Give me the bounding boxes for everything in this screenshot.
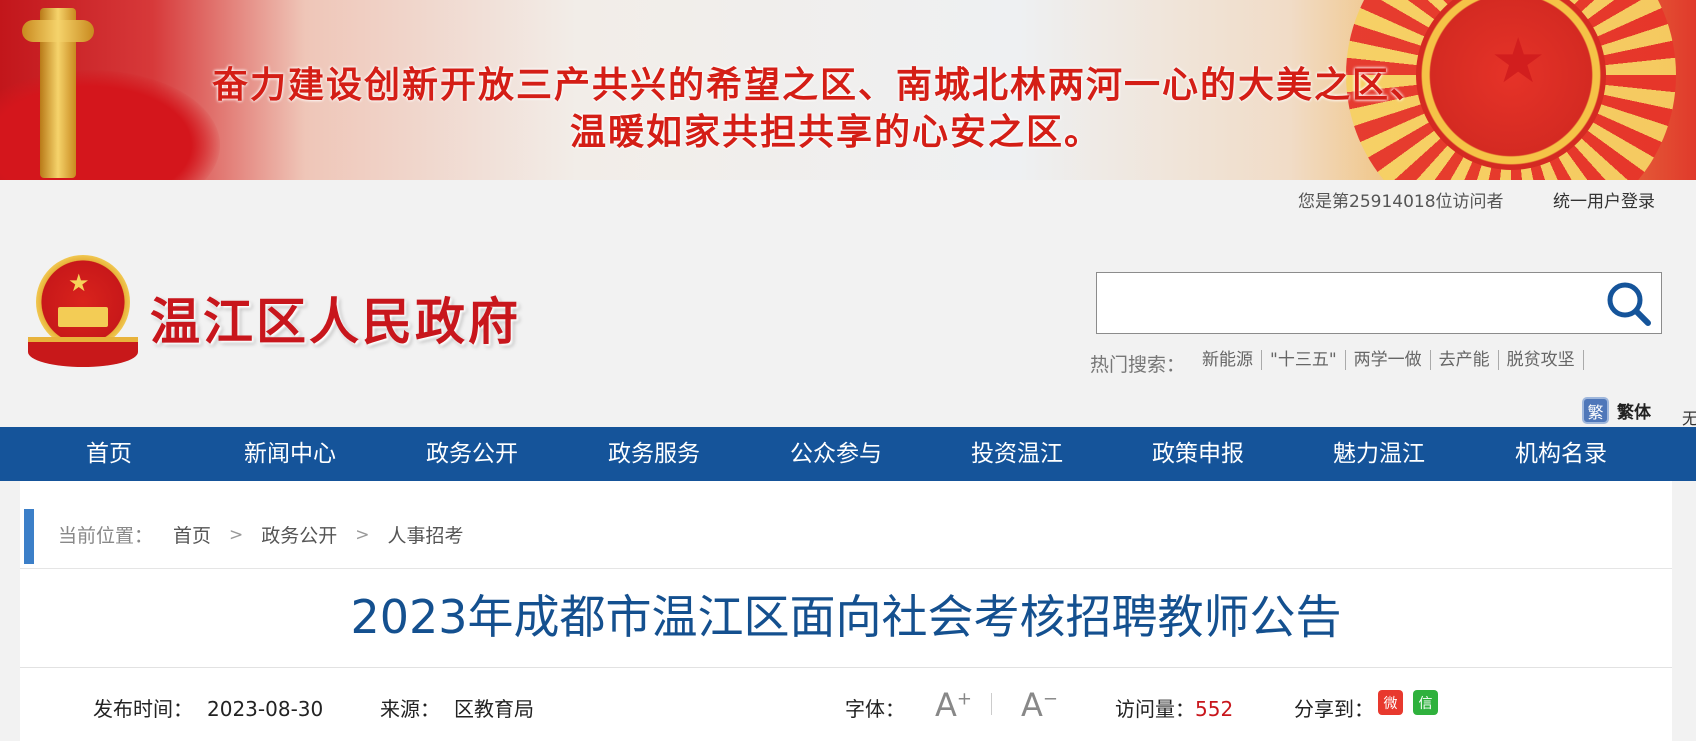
top-banner: ★ 奋力建设创新开放三产共兴的希望之区、南城北林两河一心的大美之区、 温暖如家共… bbox=[0, 0, 1696, 180]
search-input[interactable] bbox=[1097, 273, 1577, 333]
hot-search-item[interactable]: 脱贫攻坚 bbox=[1499, 350, 1584, 370]
nav-item-charm[interactable]: 魅力温江 bbox=[1299, 427, 1459, 481]
breadcrumb-home[interactable]: 首页 bbox=[173, 521, 211, 548]
traditional-icon: 繁 bbox=[1582, 397, 1609, 424]
hot-search-item[interactable]: "十三五" bbox=[1262, 350, 1346, 370]
search-icon bbox=[1607, 282, 1651, 326]
traditional-label: 繁体 bbox=[1617, 403, 1651, 423]
font-decrease-icon: A bbox=[1021, 686, 1043, 724]
font-size-label: 字体： bbox=[845, 697, 905, 721]
hot-search-list: 新能源 "十三五" 两学一做 去产能 脱贫攻坚 bbox=[1202, 350, 1584, 370]
nav-item-news[interactable]: 新闻中心 bbox=[210, 427, 370, 481]
huabiao-pillar-top bbox=[22, 20, 94, 42]
accessibility-link-partial[interactable]: 无 bbox=[1682, 405, 1696, 429]
plus-mark: + bbox=[956, 688, 972, 710]
breadcrumb-recruitment[interactable]: 人事招考 bbox=[388, 521, 464, 548]
breadcrumb: 当前位置： 首页 > 政务公开 > 人事招考 bbox=[58, 521, 464, 548]
banner-slogan-line2: 温暖如家共担共享的心安之区。 bbox=[570, 112, 1103, 153]
main-nav: 首页 新闻中心 政务公开 政务服务 公众参与 投资温江 政策申报 魅力温江 机构… bbox=[0, 427, 1696, 481]
visits-label: 访问量： bbox=[1115, 697, 1195, 721]
source-label: 来源： bbox=[380, 697, 440, 721]
unified-login-link[interactable]: 统一用户登录 bbox=[1553, 187, 1655, 212]
visits-count: 552 bbox=[1195, 697, 1234, 721]
nav-item-public-participation[interactable]: 公众参与 bbox=[756, 427, 916, 481]
hot-search-item[interactable]: 新能源 bbox=[1202, 350, 1262, 370]
search-box bbox=[1096, 272, 1662, 334]
national-emblem-logo[interactable]: ★ bbox=[28, 255, 138, 371]
red-flag-decoration bbox=[0, 70, 220, 180]
article-title: 2023年成都市温江区面向社会考核招聘教师公告 bbox=[350, 590, 1342, 644]
breadcrumb-gov-affairs[interactable]: 政务公开 bbox=[261, 521, 337, 548]
visits: 访问量：552 bbox=[1115, 693, 1233, 722]
publish-time: 发布时间： 2023-08-30 bbox=[93, 693, 323, 722]
font-increase-button[interactable]: A+ bbox=[935, 686, 972, 724]
hot-search-item[interactable]: 去产能 bbox=[1431, 350, 1499, 370]
wechat-share-icon[interactable]: 信 bbox=[1413, 690, 1438, 715]
emblem-gate bbox=[58, 307, 108, 327]
nav-item-invest[interactable]: 投资温江 bbox=[937, 427, 1097, 481]
breadcrumb-label: 当前位置： bbox=[58, 525, 154, 547]
weibo-share-icon[interactable]: 微 bbox=[1378, 690, 1403, 715]
divider bbox=[20, 667, 1672, 668]
hot-search-label: 热门搜索： bbox=[1090, 354, 1186, 376]
emblem-star-icon: ★ bbox=[68, 269, 90, 297]
font-increase-icon: A bbox=[935, 686, 957, 724]
emblem-ribbon bbox=[28, 337, 138, 367]
divider bbox=[20, 568, 1672, 569]
divider bbox=[991, 693, 992, 715]
banner-slogan-line1: 奋力建设创新开放三产共兴的希望之区、南城北林两河一心的大美之区、 bbox=[212, 65, 1429, 106]
nav-item-policy[interactable]: 政策申报 bbox=[1118, 427, 1278, 481]
search-button[interactable] bbox=[1603, 279, 1653, 327]
site-title[interactable]: 温江区人民政府 bbox=[150, 282, 521, 354]
publish-date: 2023-08-30 bbox=[207, 697, 324, 721]
chevron-right-icon: > bbox=[355, 524, 370, 545]
emblem-disc: ★ bbox=[36, 255, 130, 349]
nav-item-gov-services[interactable]: 政务服务 bbox=[574, 427, 734, 481]
chevron-right-icon: > bbox=[229, 524, 244, 545]
article-panel: 当前位置： 首页 > 政务公开 > 人事招考 2023年成都市温江区面向社会考核… bbox=[20, 481, 1672, 741]
breadcrumb-accent-bar bbox=[24, 509, 34, 564]
font-decrease-button[interactable]: A− bbox=[1021, 686, 1058, 724]
nav-item-home[interactable]: 首页 bbox=[29, 427, 189, 481]
source: 来源： 区教育局 bbox=[380, 693, 534, 722]
nav-item-gov-affairs[interactable]: 政务公开 bbox=[392, 427, 552, 481]
hot-search-item[interactable]: 两学一做 bbox=[1346, 350, 1431, 370]
traditional-chinese-toggle[interactable]: 繁 繁体 bbox=[1582, 397, 1651, 424]
visitor-count: 您是第25914018位访问者 bbox=[1298, 192, 1504, 212]
nav-item-directory[interactable]: 机构名录 bbox=[1481, 427, 1641, 481]
minus-mark: − bbox=[1042, 688, 1058, 710]
share-label: 分享到： bbox=[1294, 697, 1374, 721]
publish-label: 发布时间： bbox=[93, 697, 193, 721]
source-value: 区教育局 bbox=[454, 697, 534, 721]
